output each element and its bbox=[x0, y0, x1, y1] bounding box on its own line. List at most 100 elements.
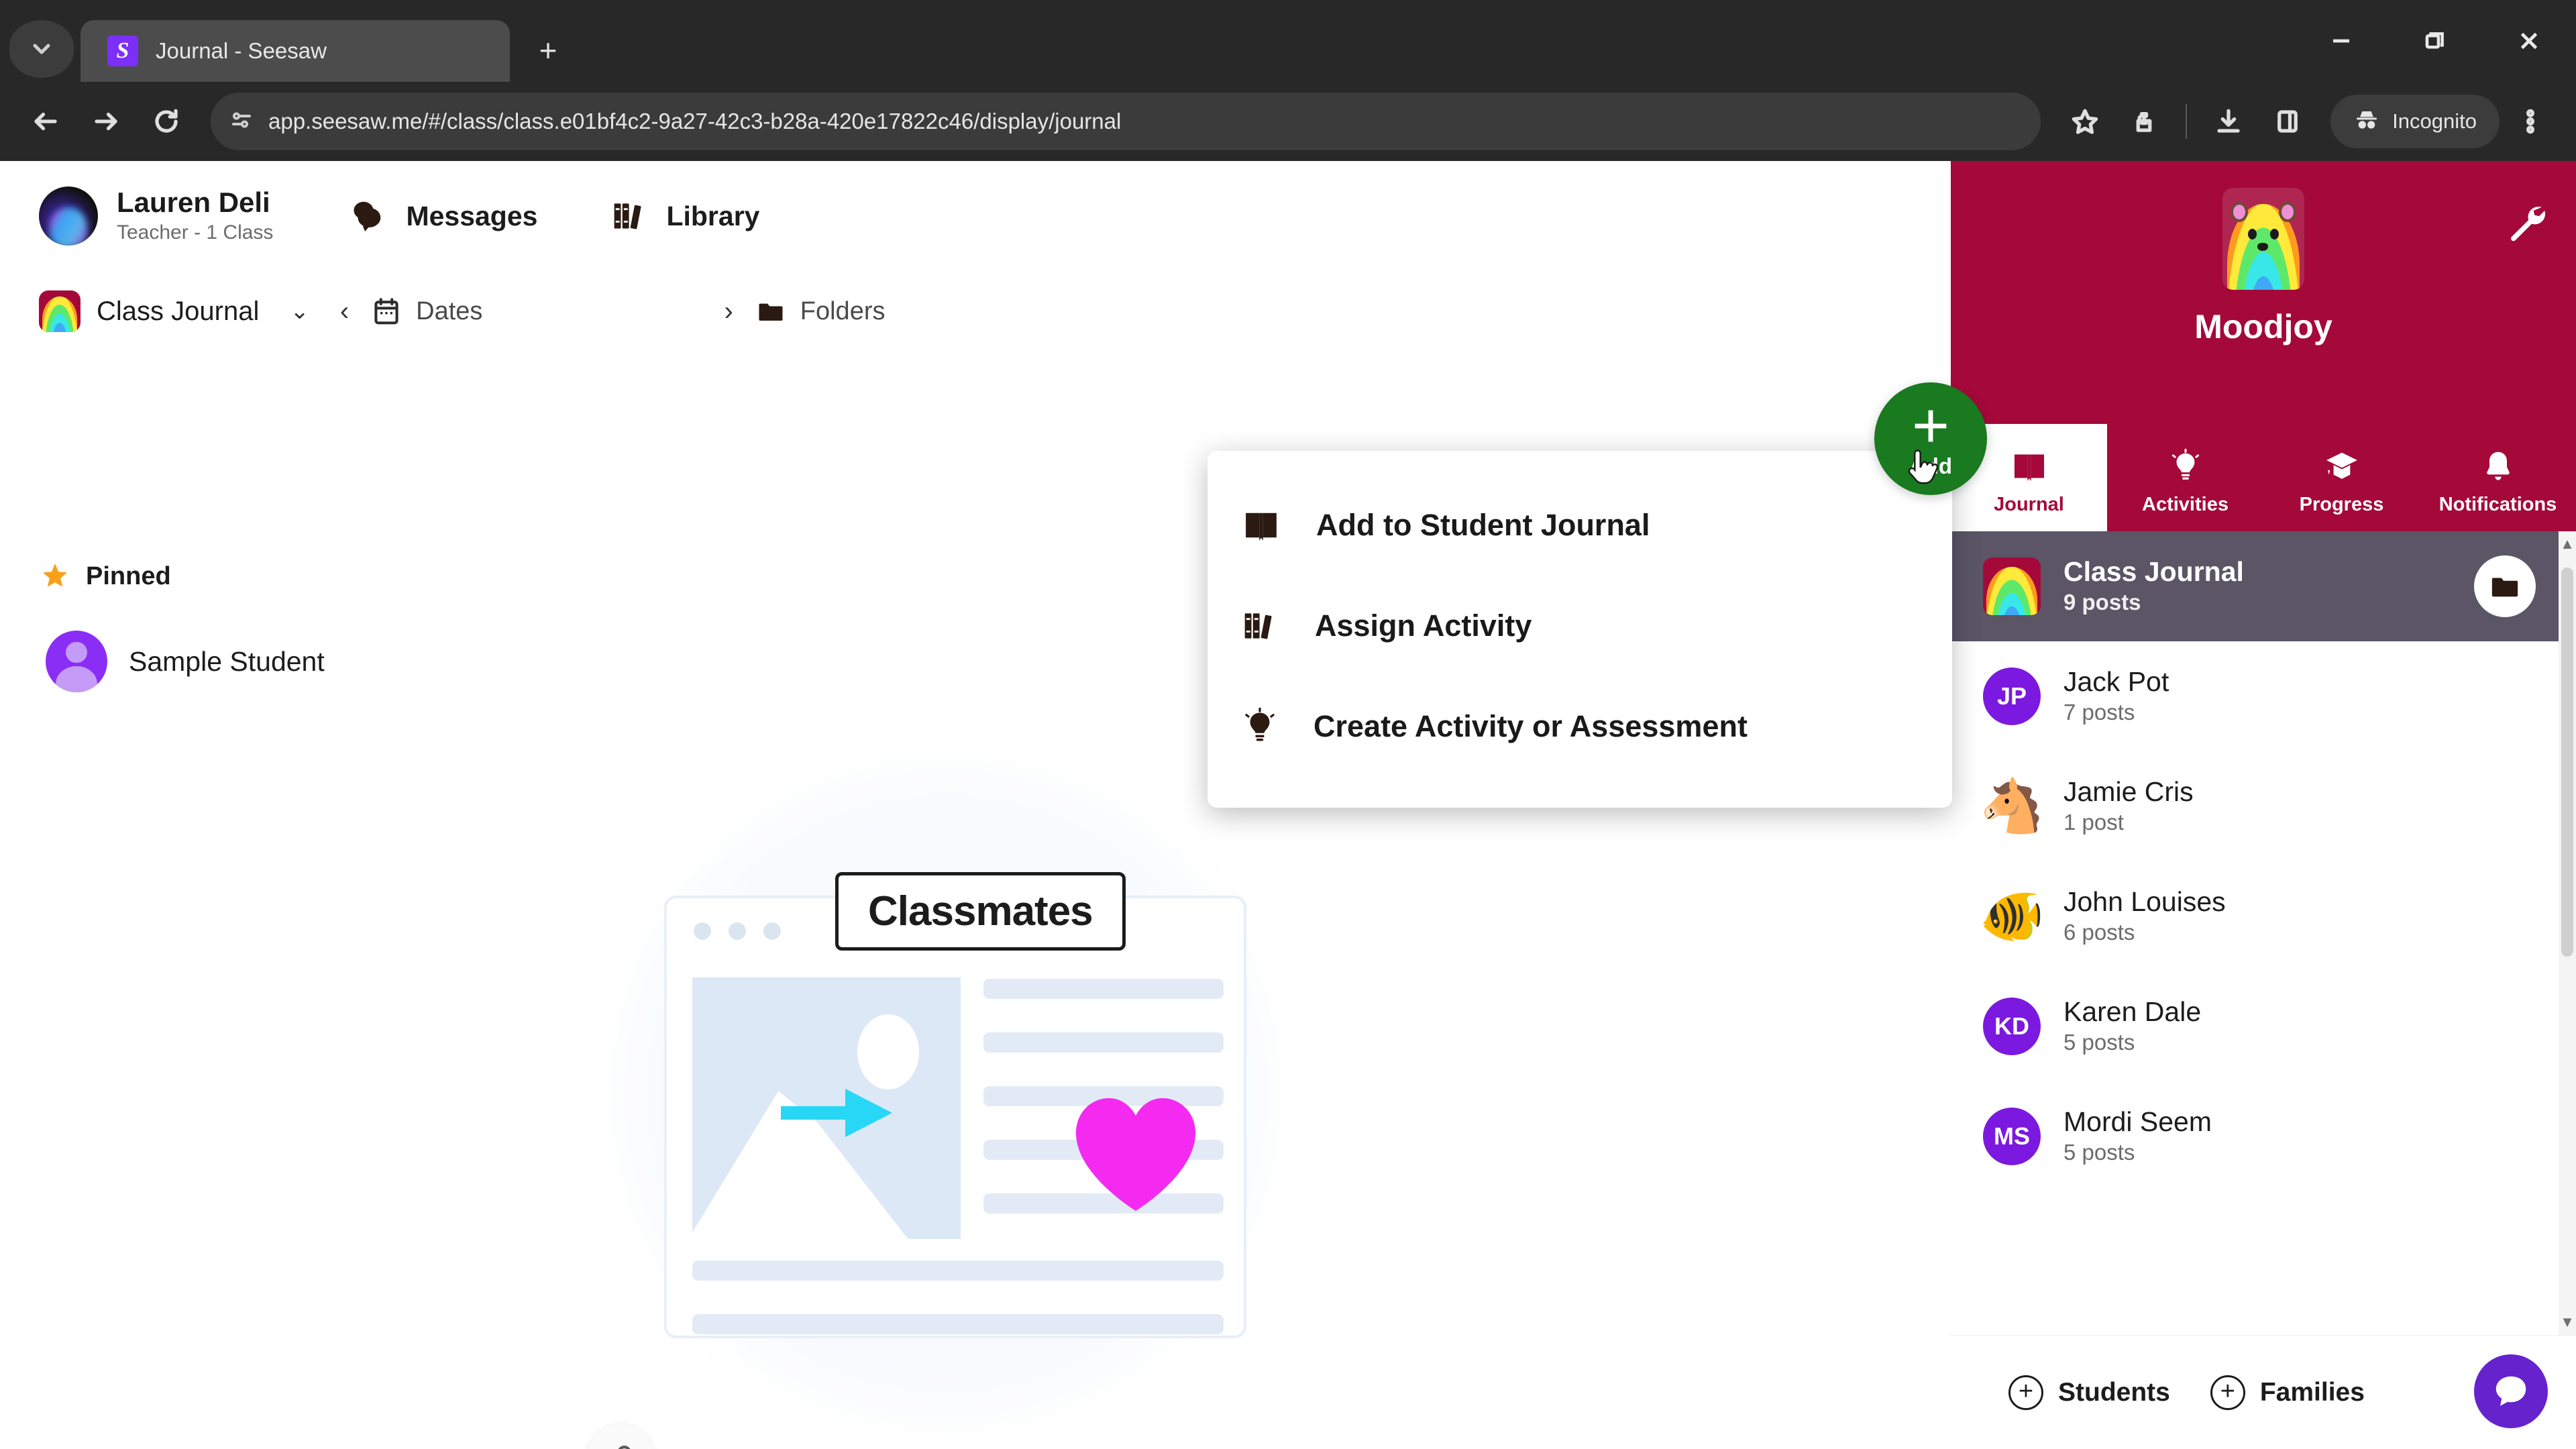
list-item[interactable]: KD Karen Dale 5 posts bbox=[1951, 971, 2576, 1081]
window-dots-icon bbox=[694, 922, 781, 940]
menu-item-label: Add to Student Journal bbox=[1316, 508, 1650, 542]
browser-chrome: S Journal - Seesaw + app.seesaw.me/#/cla… bbox=[0, 0, 2576, 161]
nav-messages-label: Messages bbox=[406, 200, 538, 231]
seesaw-favicon: S bbox=[107, 36, 138, 66]
mock-image-placeholder bbox=[692, 977, 961, 1239]
restore-icon[interactable] bbox=[2388, 0, 2482, 82]
list-item[interactable]: 🐴 Jamie Cris 1 post bbox=[1951, 751, 2576, 861]
chat-bubble-icon[interactable] bbox=[2474, 1354, 2548, 1428]
three-dot-menu-icon[interactable] bbox=[2502, 93, 2559, 150]
dates-filter[interactable]: Dates bbox=[372, 296, 482, 327]
tab-label: Journal bbox=[1994, 493, 2064, 515]
row-post-count: 6 posts bbox=[2063, 919, 2135, 945]
tab-search-button[interactable] bbox=[9, 20, 74, 78]
list-item[interactable]: Class Journal 9 posts bbox=[1951, 531, 2576, 641]
app-header: Lauren Deli Teacher - 1 Class Messages L… bbox=[0, 161, 1951, 271]
graduation-cap-icon bbox=[2326, 452, 2357, 479]
plus-circle-icon: + bbox=[2210, 1375, 2245, 1410]
teacher-profile[interactable]: Lauren Deli Teacher - 1 Class bbox=[39, 186, 273, 246]
sidebar-tabs: Journal Activities Progress Notification… bbox=[1951, 424, 2576, 531]
new-tab-button[interactable]: + bbox=[526, 28, 570, 72]
nav-messages[interactable]: Messages bbox=[347, 197, 537, 235]
tab-label: Progress bbox=[2299, 493, 2384, 515]
rainbow-bear-avatar bbox=[1983, 557, 2041, 615]
row-post-count: 5 posts bbox=[2063, 1139, 2135, 1165]
side-panel-icon[interactable] bbox=[2259, 93, 2316, 150]
nav-library[interactable]: Library bbox=[611, 197, 759, 235]
close-window-icon[interactable] bbox=[2482, 0, 2576, 82]
menu-item-add-to-student-journal[interactable]: Add to Student Journal bbox=[1208, 475, 1952, 576]
address-bar[interactable]: app.seesaw.me/#/class/class.e01bf4c2-9a2… bbox=[211, 93, 2041, 150]
minimize-icon[interactable] bbox=[2294, 0, 2388, 82]
downloads-icon[interactable] bbox=[2200, 93, 2257, 150]
row-post-count: 7 posts bbox=[2063, 699, 2135, 724]
open-book-icon bbox=[1246, 513, 1277, 541]
rainbow-bear-icon bbox=[39, 290, 80, 332]
avatar: MS bbox=[1983, 1108, 2041, 1165]
class-journal-label: Class Journal bbox=[97, 296, 260, 326]
star-icon bbox=[43, 564, 67, 587]
page-viewport: Lauren Deli Teacher - 1 Class Messages L… bbox=[0, 161, 2576, 1449]
class-journal-selector[interactable]: Class Journal bbox=[39, 290, 259, 332]
toolbar-right-group: Incognito bbox=[2057, 93, 2559, 150]
add-button-label: Add bbox=[1909, 453, 1953, 478]
pinned-label: Pinned bbox=[86, 561, 171, 590]
pinned-student-item[interactable]: Sample Student bbox=[46, 631, 325, 692]
bookmark-star-icon[interactable] bbox=[2057, 93, 2113, 150]
site-settings-icon[interactable] bbox=[229, 108, 254, 136]
pinned-student-name: Sample Student bbox=[129, 645, 325, 677]
chevron-left-icon[interactable]: ‹ bbox=[340, 297, 349, 327]
row-post-count: 1 post bbox=[2063, 809, 2124, 835]
avatar bbox=[46, 631, 107, 692]
incognito-label: Incognito bbox=[2392, 109, 2477, 133]
add-families-label: Families bbox=[2259, 1377, 2365, 1407]
tab-label: Notifications bbox=[2438, 493, 2557, 515]
menu-item-create-activity-or-assessment[interactable]: Create Activity or Assessment bbox=[1208, 676, 1952, 777]
browser-tab[interactable]: S Journal - Seesaw bbox=[80, 20, 510, 82]
list-item[interactable]: MS Mordi Seem 5 posts bbox=[1951, 1081, 2576, 1191]
row-name: Mordi Seem bbox=[2063, 1106, 2212, 1137]
add-button[interactable]: + Add bbox=[1874, 382, 1987, 495]
folders-label: Folders bbox=[800, 297, 885, 325]
pinned-section-header: Pinned bbox=[39, 560, 171, 592]
folder-icon[interactable] bbox=[2474, 555, 2536, 617]
tab-notifications[interactable]: Notifications bbox=[2420, 424, 2576, 531]
tab-title: Journal - Seesaw bbox=[156, 38, 327, 63]
add-students-button[interactable]: + Students bbox=[2008, 1375, 2170, 1410]
incognito-badge[interactable]: Incognito bbox=[2330, 95, 2500, 148]
scrollbar-thumb[interactable] bbox=[2561, 568, 2573, 957]
extensions-puzzle-icon[interactable] bbox=[2116, 93, 2172, 150]
sidebar-scrollbar[interactable]: ▲ ▼ bbox=[2559, 531, 2576, 1335]
classmates-badge-text: Classmates bbox=[868, 888, 1093, 934]
bell-icon bbox=[2486, 451, 2510, 480]
reload-icon[interactable] bbox=[138, 93, 195, 150]
close-icon[interactable] bbox=[458, 32, 495, 70]
folder-icon bbox=[759, 303, 783, 321]
avatar: KD bbox=[1983, 998, 2041, 1055]
scroll-up-arrow-icon[interactable]: ▲ bbox=[2560, 535, 2575, 553]
browser-toolbar: app.seesaw.me/#/class/class.e01bf4c2-9a2… bbox=[0, 82, 2576, 161]
add-students-label: Students bbox=[2058, 1377, 2170, 1407]
chevron-right-icon[interactable]: › bbox=[724, 297, 733, 327]
row-name: Jamie Cris bbox=[2063, 775, 2194, 807]
back-arrow-icon[interactable] bbox=[17, 93, 74, 150]
open-book-icon bbox=[2014, 453, 2044, 481]
tab-activities[interactable]: Activities bbox=[2107, 424, 2263, 531]
list-item[interactable]: 🐠 John Louises 6 posts bbox=[1951, 861, 2576, 971]
mock-post-card bbox=[664, 896, 1246, 1338]
fish-emoji-avatar: 🐠 bbox=[1979, 886, 2045, 945]
chat-bubbles-icon bbox=[354, 201, 381, 231]
row-name: Karen Dale bbox=[2063, 996, 2202, 1027]
menu-item-assign-activity[interactable]: Assign Activity bbox=[1208, 576, 1952, 676]
add-families-button[interactable]: + Families bbox=[2210, 1375, 2365, 1410]
scroll-down-arrow-icon[interactable]: ▼ bbox=[2560, 1313, 2575, 1331]
forward-arrow-icon[interactable] bbox=[78, 93, 134, 150]
list-item[interactable]: JP Jack Pot 7 posts bbox=[1951, 641, 2576, 751]
window-controls bbox=[2294, 0, 2576, 82]
chevron-down-icon[interactable]: ⌄ bbox=[290, 298, 309, 325]
wrench-icon[interactable] bbox=[2505, 200, 2548, 246]
url-text: app.seesaw.me/#/class/class.e01bf4c2-9a2… bbox=[268, 109, 1122, 133]
tab-progress[interactable]: Progress bbox=[2263, 424, 2420, 531]
folders-filter[interactable]: Folders bbox=[756, 297, 885, 326]
sub-nav: Class Journal ⌄ ‹ Dates › Folders bbox=[0, 271, 1951, 352]
